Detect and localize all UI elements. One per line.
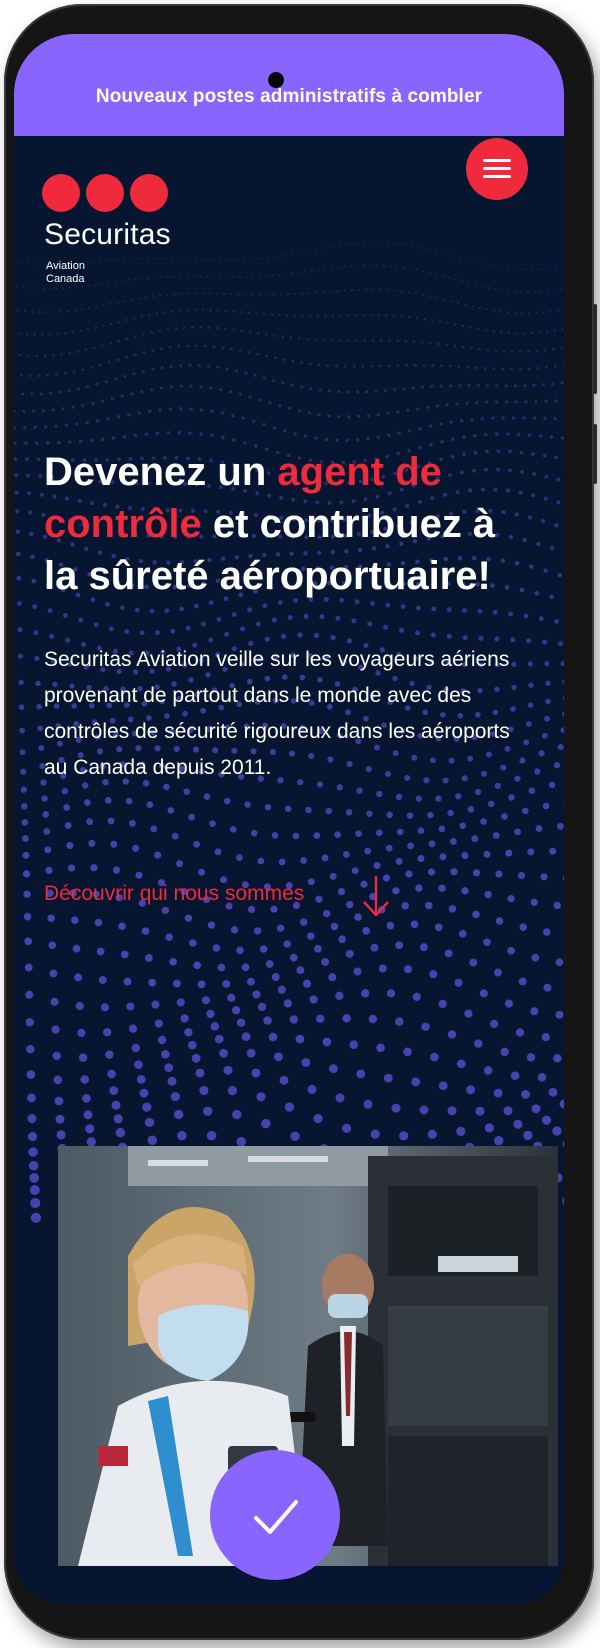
check-badge-button[interactable]	[210, 1450, 340, 1580]
logo-subtitle: Aviation Canada	[46, 260, 85, 286]
logo-wordmark: Securitas	[44, 218, 171, 251]
screen: Nouveaux postes administratifs à combler…	[14, 34, 564, 1604]
hero-title-part1: Devenez un	[44, 450, 278, 494]
menu-button[interactable]	[466, 138, 528, 200]
discover-link[interactable]: Découvrir qui nous sommes	[44, 870, 404, 920]
discover-link-label: Découvrir qui nous sommes	[44, 882, 305, 905]
hero-description: Securitas Aviation veille sur les voyage…	[44, 648, 510, 779]
front-camera	[268, 72, 284, 88]
logo-subtitle-line: Canada	[46, 273, 85, 285]
checkmark-icon	[254, 1500, 298, 1534]
logo-subtitle-line: Aviation	[46, 260, 85, 272]
announcement-bar[interactable]: Nouveaux postes administratifs à combler	[14, 34, 564, 136]
hero-title: Devenez un agent de contrôle et contribu…	[44, 446, 524, 602]
logo-dot	[130, 174, 168, 212]
logo-dot	[86, 174, 124, 212]
phone-side-button	[593, 304, 597, 394]
arrow-down-icon	[363, 876, 389, 917]
phone-side-button	[593, 424, 597, 484]
securitas-logo[interactable]: Securitas Aviation Canada	[42, 174, 192, 314]
announcement-text: Nouveaux postes administratifs à combler	[95, 86, 483, 107]
phone-frame: Nouveaux postes administratifs à combler…	[4, 4, 597, 1640]
logo-dot	[42, 174, 80, 212]
